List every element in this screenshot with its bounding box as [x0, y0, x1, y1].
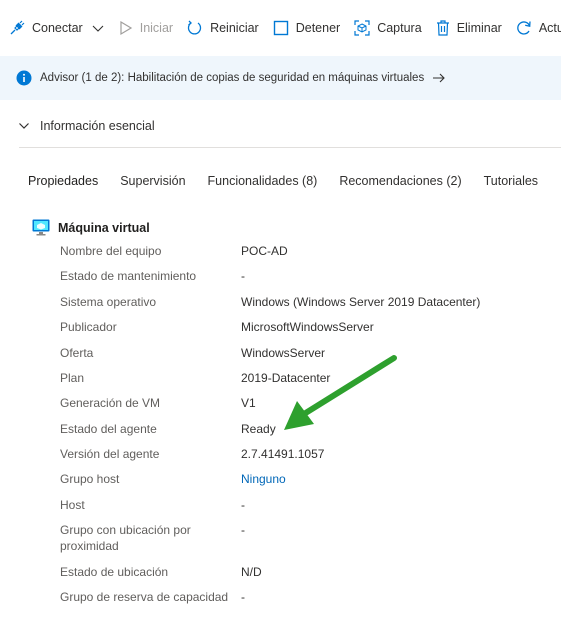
tab-tutorials[interactable]: Tutoriales: [484, 174, 538, 194]
property-key: Oferta: [60, 346, 94, 360]
divider: [19, 147, 561, 148]
property-key: Grupo con ubicación por proximidad: [60, 523, 191, 553]
essentials-label: Información esencial: [40, 119, 155, 133]
annotation-arrow: [284, 355, 397, 430]
restart-button[interactable]: Reiniciar: [187, 13, 259, 43]
property-value: 2.7.41491.1057: [241, 447, 325, 461]
start-label: Iniciar: [139, 21, 174, 35]
play-icon: [120, 20, 132, 36]
property-value: -: [241, 590, 245, 604]
capture-label: Captura: [377, 21, 422, 35]
chevron-down-icon: [19, 123, 29, 129]
refresh-button[interactable]: Actual: [516, 13, 561, 43]
delete-button[interactable]: Eliminar: [436, 13, 502, 43]
host-group-link[interactable]: Ninguno: [241, 471, 286, 487]
stop-icon: [273, 20, 288, 36]
property-value: -: [241, 523, 245, 537]
restart-icon: [187, 20, 202, 35]
command-bar: Conectar Iniciar Reiniciar Detener Captu…: [0, 0, 561, 56]
property-key: Nombre del equipo: [60, 244, 162, 258]
property-value: N/D: [241, 565, 262, 579]
trash-icon: [436, 20, 449, 36]
tab-capabilities[interactable]: Funcionalidades (8): [208, 174, 318, 194]
property-value: MicrosoftWindowsServer: [241, 320, 374, 334]
advisor-banner[interactable]: Advisor (1 de 2): Habilitación de copias…: [0, 56, 561, 100]
connect-label: Conectar: [32, 21, 83, 35]
essentials-toggle[interactable]: Información esencial: [18, 119, 155, 133]
arrow-right-icon: [433, 73, 445, 83]
tab-monitoring[interactable]: Supervisión: [120, 174, 185, 194]
vm-section-title: Máquina virtual: [32, 219, 150, 236]
property-key: Grupo host: [60, 472, 120, 486]
property-value: POC-AD: [241, 244, 288, 258]
tab-recommendations[interactable]: Recomendaciones (2): [339, 174, 461, 194]
property-key: Plan: [60, 371, 85, 385]
stop-button[interactable]: Detener: [273, 13, 340, 43]
property-value: V1: [241, 396, 256, 410]
property-key: Publicador: [60, 320, 117, 334]
delete-label: Eliminar: [456, 21, 502, 35]
refresh-icon: [517, 21, 531, 35]
tab-properties[interactable]: Propiedades: [28, 174, 98, 194]
property-key: Versión del agente: [60, 447, 160, 461]
tab-bar: Propiedades Supervisión Funcionalidades …: [28, 174, 560, 194]
property-key: Sistema operativo: [60, 295, 157, 309]
chevron-down-icon: [92, 25, 104, 32]
property-key: Grupo de reserva de capacidad: [60, 590, 229, 604]
connect-button[interactable]: Conectar: [9, 13, 105, 43]
property-key: Estado del agente: [60, 422, 157, 436]
property-key: Generación de VM: [60, 396, 161, 410]
property-key: Estado de ubicación: [60, 565, 169, 579]
restart-label: Reiniciar: [210, 21, 259, 35]
property-key: Host: [60, 498, 85, 512]
advisor-banner-text: Advisor (1 de 2): Habilitación de copias…: [40, 72, 425, 84]
virtual-machine-icon: [32, 219, 50, 236]
refresh-label: Actual: [538, 21, 561, 35]
property-value: Windows (Windows Server 2019 Datacenter): [241, 295, 481, 309]
property-value: -: [241, 498, 245, 512]
property-key: Estado de mantenimiento: [60, 269, 197, 283]
stop-label: Detener: [295, 21, 341, 35]
capture-icon: [354, 20, 370, 36]
vm-section-label: Máquina virtual: [58, 220, 150, 235]
start-button[interactable]: Iniciar: [119, 13, 173, 43]
info-icon: [16, 70, 32, 86]
plug-icon: [10, 20, 25, 35]
property-value: -: [241, 269, 245, 283]
capture-button[interactable]: Captura: [354, 13, 422, 43]
